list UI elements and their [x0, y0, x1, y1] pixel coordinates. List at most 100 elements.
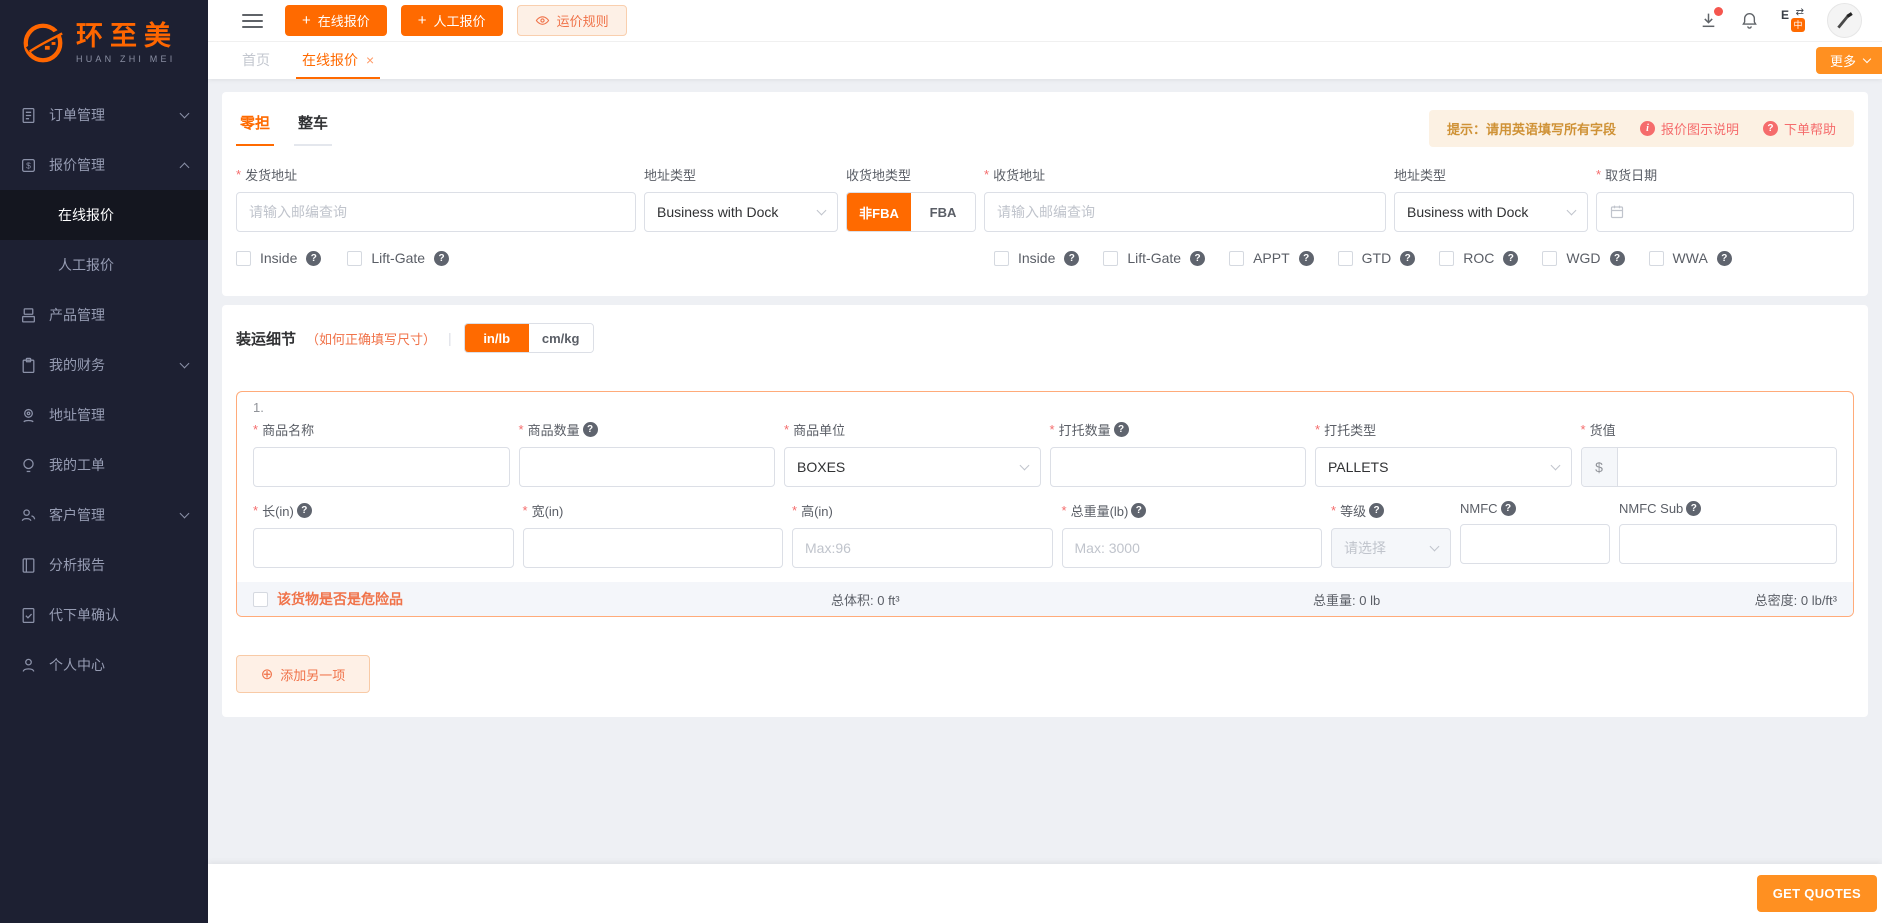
product-icon: [20, 307, 37, 324]
brand-subtitle: HUAN ZHI MEI: [76, 54, 178, 64]
toggle-in-lb[interactable]: in/lb: [465, 324, 529, 352]
mode-tabs: 零担 整车: [236, 110, 332, 146]
help-icon[interactable]: ?: [1501, 501, 1516, 516]
item-quantity-input[interactable]: [519, 447, 776, 487]
total-volume: 总体积: 0 ft³: [831, 590, 900, 609]
sidebar-item-order-confirm[interactable]: 代下单确认: [0, 590, 208, 640]
help-icon[interactable]: ?: [1131, 503, 1146, 518]
checkbox[interactable]: [1338, 251, 1353, 266]
tab-ltl[interactable]: 零担: [236, 110, 274, 146]
svg-text:$: $: [26, 160, 31, 170]
help-icon[interactable]: ?: [1299, 251, 1314, 266]
order-help-link[interactable]: ? 下单帮助: [1763, 119, 1836, 138]
rate-rules-button[interactable]: 运价规则: [517, 5, 627, 36]
checkbox[interactable]: [994, 251, 1009, 266]
pallet-type-select[interactable]: PALLETS: [1315, 447, 1572, 487]
tab-online-quote[interactable]: 在线报价 ×: [296, 42, 380, 79]
cargo-value-group: $: [1581, 447, 1838, 487]
manual-quote-button-label: 人工报价: [434, 11, 486, 30]
pickup-date-input[interactable]: [1596, 192, 1854, 232]
help-icon[interactable]: ?: [306, 251, 321, 266]
checkbox[interactable]: [1542, 251, 1557, 266]
sidebar-item-quote-mgmt[interactable]: $ 报价管理: [0, 140, 208, 190]
sidebar-menu: 订单管理 $ 报价管理 在线报价 人工报价 产品管理 我的财务: [0, 86, 208, 923]
help-icon[interactable]: ?: [1064, 251, 1079, 266]
required-marker: *: [1331, 503, 1336, 518]
tip-bar: 提示：请用英语填写所有字段 i 报价图示说明 ? 下单帮助: [1429, 110, 1854, 147]
checkbox[interactable]: [253, 592, 268, 607]
manual-quote-button[interactable]: + 人工报价: [401, 5, 503, 36]
add-item-button[interactable]: ⊕ 添加另一项: [236, 655, 370, 693]
item-unit-select[interactable]: BOXES: [784, 447, 1041, 487]
help-icon[interactable]: ?: [1503, 251, 1518, 266]
checkbox[interactable]: [347, 251, 362, 266]
tab-home[interactable]: 首页: [236, 42, 276, 79]
ship-address-type-label: 地址类型: [644, 165, 838, 184]
sidebar-item-label: 代下单确认: [49, 605, 119, 625]
online-quote-button-label: 在线报价: [318, 11, 370, 30]
sidebar-item-tickets[interactable]: 我的工单: [0, 440, 208, 490]
sidebar-item-profile[interactable]: 个人中心: [0, 640, 208, 690]
sidebar-item-manual-quote[interactable]: 人工报价: [0, 240, 208, 290]
width-input[interactable]: [523, 528, 784, 568]
nmfc-input[interactable]: [1460, 524, 1610, 564]
checkbox[interactable]: [1649, 251, 1664, 266]
help-icon[interactable]: ?: [297, 503, 312, 518]
height-input[interactable]: [792, 528, 1053, 568]
dimension-help-link[interactable]: （如何正确填写尺寸）: [306, 329, 436, 348]
item-name-input[interactable]: [253, 447, 510, 487]
ship-address-input[interactable]: [236, 192, 636, 232]
more-button[interactable]: 更多: [1816, 47, 1882, 74]
ship-address-type-select[interactable]: Business with Dock: [644, 192, 838, 232]
dest-address-input[interactable]: [984, 192, 1386, 232]
grade-select[interactable]: 请选择: [1331, 528, 1451, 568]
language-toggle-icon[interactable]: E ⇄ 中: [1781, 10, 1805, 32]
tab-ftl[interactable]: 整车: [294, 110, 332, 146]
dest-address-type-select[interactable]: Business with Dock: [1394, 192, 1588, 232]
dangerous-goods-option: 该货物是否是危险品: [253, 589, 403, 609]
online-quote-button[interactable]: + 在线报价: [285, 5, 387, 36]
dest-address-label: * 收货地址: [984, 165, 1386, 184]
sidebar-item-customers[interactable]: 客户管理: [0, 490, 208, 540]
sidebar-item-reports[interactable]: 分析报告: [0, 540, 208, 590]
pallet-qty-input[interactable]: [1050, 447, 1307, 487]
toggle-fba[interactable]: FBA: [911, 193, 975, 231]
globe-logo-icon: [20, 20, 66, 66]
sidebar-item-products[interactable]: 产品管理: [0, 290, 208, 340]
sidebar-item-label: 报价管理: [49, 155, 105, 175]
weight-label: * 总重量(lb) ?: [1062, 501, 1323, 520]
help-icon[interactable]: ?: [1686, 501, 1701, 516]
sidebar-item-orders[interactable]: 订单管理: [0, 90, 208, 140]
checkbox[interactable]: [236, 251, 251, 266]
sidebar-item-finance[interactable]: 我的财务: [0, 340, 208, 390]
length-input[interactable]: [253, 528, 514, 568]
chevron-down-icon: [1430, 541, 1440, 551]
sidebar-item-addresses[interactable]: 地址管理: [0, 390, 208, 440]
weight-input[interactable]: [1062, 528, 1323, 568]
help-icon[interactable]: ?: [1114, 422, 1129, 437]
download-icon[interactable]: [1699, 11, 1718, 30]
checkbox[interactable]: [1229, 251, 1244, 266]
close-icon[interactable]: ×: [366, 53, 374, 67]
cargo-value-input[interactable]: [1618, 448, 1837, 486]
help-icon[interactable]: ?: [434, 251, 449, 266]
help-icon[interactable]: ?: [1190, 251, 1205, 266]
help-icon[interactable]: ?: [583, 422, 598, 437]
help-icon[interactable]: ?: [1400, 251, 1415, 266]
tab-home-label: 首页: [242, 50, 270, 70]
hamburger-menu-icon[interactable]: [242, 14, 263, 28]
toggle-non-fba[interactable]: 非FBA: [847, 193, 911, 231]
help-icon[interactable]: ?: [1717, 251, 1732, 266]
get-quotes-button[interactable]: GET QUOTES: [1757, 875, 1877, 912]
quote-guide-link[interactable]: i 报价图示说明: [1640, 119, 1739, 138]
bell-icon[interactable]: [1740, 11, 1759, 30]
toggle-cm-kg[interactable]: cm/kg: [529, 324, 593, 352]
sidebar-item-online-quote[interactable]: 在线报价: [0, 190, 208, 240]
item-quantity-label: * 商品数量 ?: [519, 420, 776, 439]
checkbox[interactable]: [1103, 251, 1118, 266]
nmfc-sub-input[interactable]: [1619, 524, 1837, 564]
checkbox[interactable]: [1439, 251, 1454, 266]
help-icon[interactable]: ?: [1610, 251, 1625, 266]
avatar[interactable]: [1827, 3, 1862, 38]
help-icon[interactable]: ?: [1369, 503, 1384, 518]
